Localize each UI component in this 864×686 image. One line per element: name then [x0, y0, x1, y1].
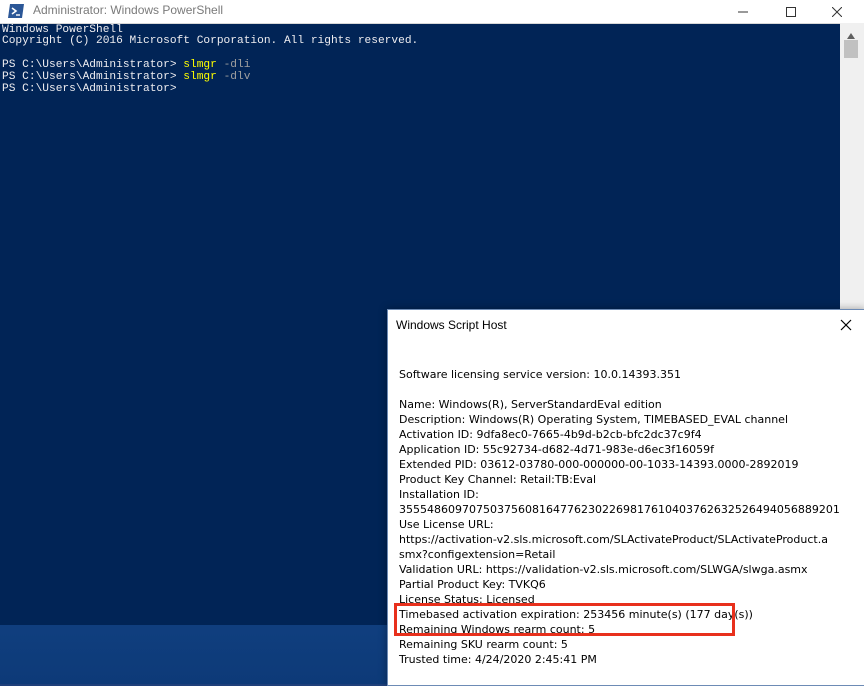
console-line: PS C:\Users\Administrator> slmgr -dli — [2, 59, 250, 71]
prompt-text: PS C:\Users\Administrator> — [2, 83, 177, 95]
command-text: slmgr — [183, 59, 217, 71]
installation-id-value: 3555486097075037560816477623022698176104… — [399, 503, 840, 516]
extended-pid: Extended PID: 03612-03780-000-000000-00-… — [399, 458, 799, 471]
console-line: PS C:\Users\Administrator> slmgr -dlv — [2, 71, 250, 83]
red-highlight-annotation — [394, 603, 735, 636]
application-id: Application ID: 55c92734-d682-4d71-983e-… — [399, 443, 715, 456]
prompt-text: PS C:\Users\Administrator> — [2, 71, 184, 83]
product-key-channel: Product Key Channel: Retail:TB:Eval — [399, 473, 597, 486]
scroll-up-arrow-icon[interactable] — [846, 27, 856, 39]
validation-url: Validation URL: https://validation-v2.sl… — [399, 563, 808, 576]
command-text: slmgr — [183, 71, 217, 83]
close-button[interactable] — [814, 0, 860, 23]
window-title: Administrator: Windows PowerShell — [33, 3, 224, 17]
product-name: Name: Windows(R), ServerStandardEval edi… — [399, 398, 662, 411]
partial-product-key: Partial Product Key: TVKQ6 — [399, 578, 546, 591]
maximize-button[interactable] — [768, 0, 814, 23]
activation-id: Activation ID: 9dfa8ec0-7665-4b9d-b2cb-b… — [399, 428, 702, 441]
dialog-close-button[interactable] — [835, 315, 857, 335]
console-line: Copyright (C) 2016 Microsoft Corporation… — [2, 35, 419, 47]
service-version: Software licensing service version: 10.0… — [399, 368, 681, 381]
trusted-time: Trusted time: 4/24/2020 2:45:41 PM — [399, 653, 597, 666]
sku-rearm-count: Remaining SKU rearm count: 5 — [399, 638, 568, 651]
powershell-titlebar[interactable]: Administrator: Windows PowerShell — [0, 0, 864, 24]
console-line: PS C:\Users\Administrator> — [2, 83, 177, 95]
minimize-button[interactable] — [720, 0, 766, 23]
argument-text: -dli — [216, 59, 251, 71]
installation-id-label: Installation ID: — [399, 488, 479, 501]
use-license-url-label: Use License URL: — [399, 518, 494, 531]
prompt-text: PS C:\Users\Administrator> — [2, 59, 184, 71]
scrollbar-thumb[interactable] — [844, 40, 858, 58]
close-icon — [840, 319, 852, 331]
dialog-title: Windows Script Host — [396, 318, 507, 332]
powershell-icon — [7, 3, 25, 19]
argument-text: -dlv — [216, 71, 251, 83]
use-license-url-value: https://activation-v2.sls.microsoft.com/… — [399, 533, 828, 561]
product-description: Description: Windows(R) Operating System… — [399, 413, 789, 426]
